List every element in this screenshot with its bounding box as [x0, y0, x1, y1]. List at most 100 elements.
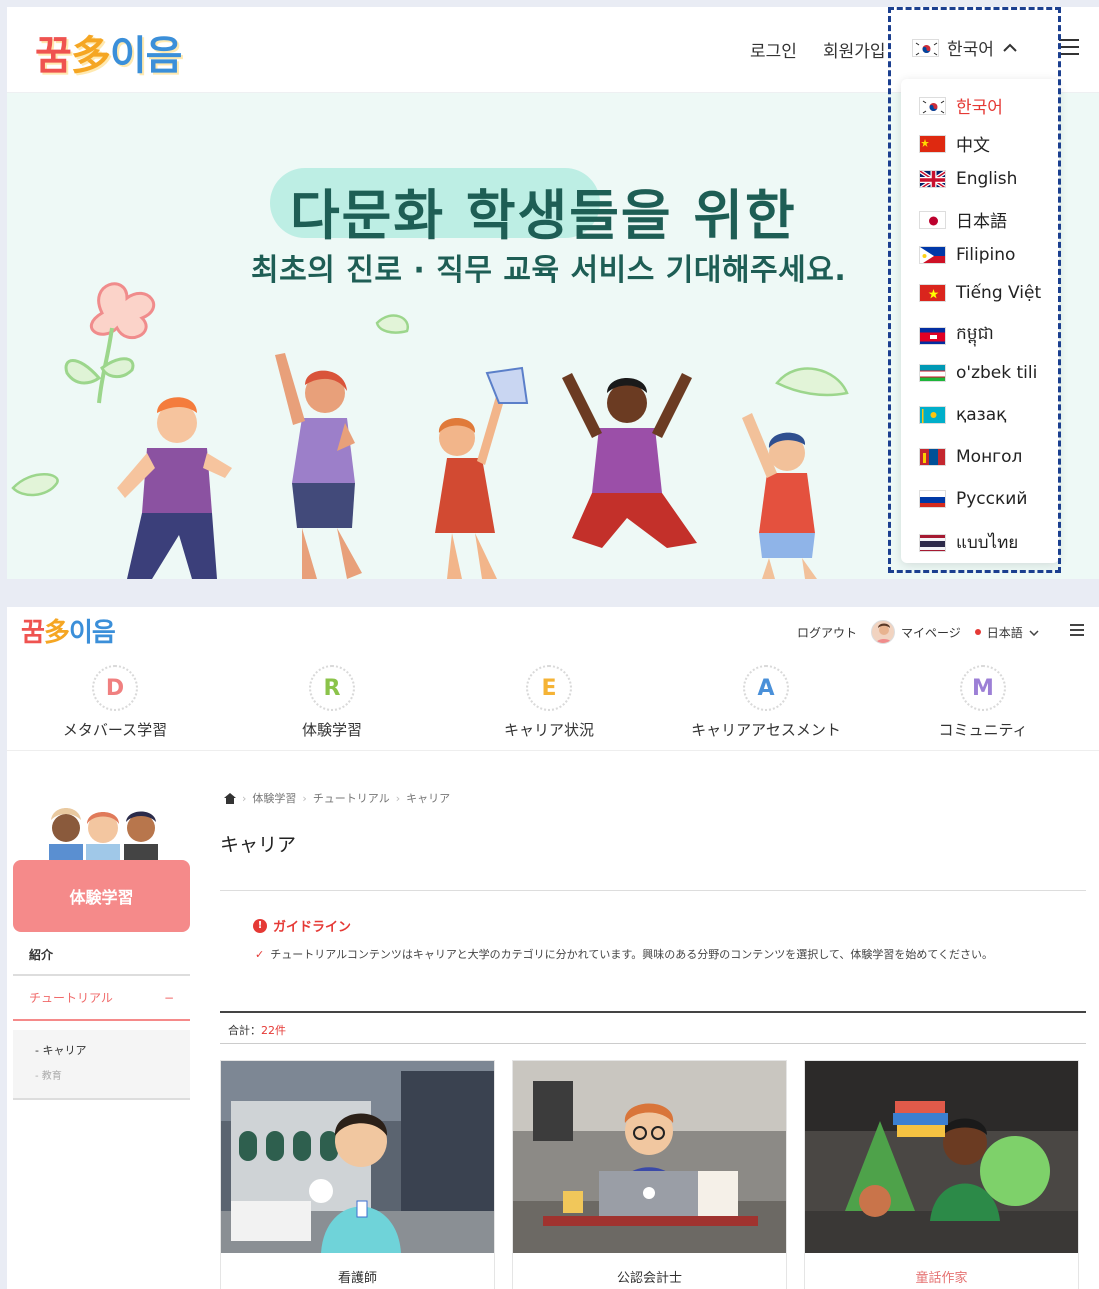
- language-option-japanese[interactable]: 日本語: [919, 207, 1007, 232]
- login-link[interactable]: 로그인: [750, 37, 797, 62]
- kid-illustration-3: [435, 366, 529, 579]
- menu-badge-a: A: [743, 665, 789, 711]
- top-nav: ログアウト マイページ 日本語: [797, 620, 1053, 644]
- sidebar-subitem-education[interactable]: - 教育: [35, 1064, 190, 1090]
- menu-badge-d: D: [92, 665, 138, 711]
- language-option-mongolian[interactable]: Монгол: [919, 447, 1022, 467]
- card-title: 看護師: [337, 1271, 377, 1286]
- breadcrumb-item[interactable]: 体験学習: [252, 790, 296, 806]
- kid-illustration-2: [275, 353, 362, 579]
- content-card-accountant[interactable]: 公認会計士: [512, 1060, 787, 1289]
- total-label: 合計：: [228, 1024, 261, 1037]
- hamburger-menu-icon[interactable]: [1070, 624, 1084, 636]
- flower-illustration: [64, 282, 156, 404]
- hamburger-menu-icon[interactable]: [1059, 39, 1079, 55]
- language-option-kazakh[interactable]: қазақ: [919, 405, 1006, 425]
- language-option-english[interactable]: English: [919, 169, 1017, 189]
- language-selector[interactable]: 日本語: [974, 624, 1039, 641]
- home-icon[interactable]: [224, 792, 236, 804]
- guideline-text: ✓ チュートリアルコンテンツはキャリアと大学のカテゴリに分かれています。興味のある…: [255, 946, 993, 962]
- sidebar-item-tutorial[interactable]: チュートリアル −: [13, 985, 190, 1021]
- menu-badge-e: E: [526, 665, 572, 711]
- site-logo[interactable]: 꿈多이음: [35, 23, 182, 81]
- kid-illustration-1: [117, 397, 232, 579]
- language-option-khmer[interactable]: កម្ពុជា: [919, 323, 994, 348]
- avatar[interactable]: [871, 620, 896, 644]
- language-option-filipino[interactable]: Filipino: [919, 245, 1015, 265]
- china-flag-icon: [919, 134, 946, 153]
- language-option-chinese[interactable]: 中文: [919, 131, 990, 156]
- menu-label: コミュニティ: [938, 721, 1028, 739]
- language-option-russian[interactable]: Русский: [919, 489, 1027, 509]
- mypage-link[interactable]: マイページ: [901, 624, 961, 641]
- language-dropdown: 한국어 中文 English 日本語 Filipino Tiếng Việt ក…: [901, 79, 1059, 563]
- menu-item-career-assessment[interactable]: A キャリアアセスメント: [666, 659, 866, 740]
- menu-item-experience[interactable]: R 体験学習: [232, 659, 432, 740]
- language-option-thai[interactable]: แบบไทย: [919, 529, 1018, 556]
- divider: [220, 890, 1086, 891]
- chevron-up-icon: [1002, 38, 1018, 58]
- main-menu: D メタバース学習 R 体験学習 E キャリア状況 A キャリアアセスメント M…: [7, 659, 1099, 751]
- mongolia-flag-icon: [919, 448, 946, 466]
- language-option-uzbek[interactable]: o'zbek tili: [919, 363, 1037, 383]
- cambodia-flag-icon: [919, 326, 946, 345]
- total-value: 22件: [261, 1024, 286, 1037]
- uzbekistan-flag-icon: [919, 364, 946, 382]
- language-option-korean[interactable]: 한국어: [919, 93, 1003, 118]
- japan-flag-icon: [919, 210, 946, 229]
- guideline-body: チュートリアルコンテンツはキャリアと大学のカテゴリに分かれています。興味のある分…: [270, 948, 994, 961]
- sidebar-subitem-career[interactable]: - キャリア: [35, 1038, 190, 1064]
- korea-flag-icon: [919, 96, 946, 115]
- site-logo[interactable]: 꿈多이음: [21, 612, 116, 649]
- sidebar-submenu: - キャリア - 教育: [13, 1030, 190, 1100]
- menu-badge-r: R: [309, 665, 355, 711]
- alert-icon: !: [253, 918, 267, 933]
- card-image-nurse: [221, 1061, 494, 1253]
- card-image-author: [805, 1061, 1078, 1253]
- card-image-accountant: [513, 1061, 786, 1253]
- hero-title: 다문화 학생들을 위한: [290, 184, 797, 247]
- language-selector-label: 日本語: [986, 625, 1023, 640]
- language-selector-label: 한국어: [947, 40, 994, 60]
- signup-link[interactable]: 회원가입: [823, 37, 886, 62]
- language-selector[interactable]: 한국어: [912, 35, 1018, 60]
- sidebar-item-label: チュートリアル: [29, 991, 113, 1005]
- uk-flag-icon: [919, 170, 946, 188]
- menu-badge-m: M: [960, 665, 1006, 711]
- guideline-heading: ! ガイドライン: [253, 916, 351, 935]
- menu-item-community[interactable]: M コミュニティ: [883, 659, 1083, 740]
- divider: [220, 1043, 1086, 1044]
- korea-flag-icon: [912, 38, 939, 57]
- content-card-author[interactable]: 童話作家: [804, 1060, 1079, 1289]
- menu-label: キャリアアセスメント: [691, 721, 841, 739]
- breadcrumb-separator-icon: ›: [242, 791, 247, 805]
- menu-label: 体験学習: [301, 721, 362, 739]
- breadcrumb: › 体験学習 › チュートリアル › キャリア: [224, 790, 450, 806]
- menu-item-career-status[interactable]: E キャリア状況: [449, 659, 649, 740]
- card-title: 公認会計士: [616, 1271, 682, 1286]
- thailand-flag-icon: [919, 533, 946, 552]
- breadcrumb-separator-icon: ›: [302, 791, 307, 805]
- russia-flag-icon: [919, 490, 946, 508]
- kazakhstan-flag-icon: [919, 406, 946, 424]
- content-card-nurse[interactable]: 看護師: [220, 1060, 495, 1289]
- logout-link[interactable]: ログアウト: [797, 624, 857, 641]
- korean-landing-panel: 꿈多이음 로그인 회원가입 한국어 다문화 학생들을 위한 최초의 진로 · 직…: [7, 7, 1099, 579]
- page-title: キャリア: [220, 834, 297, 856]
- collapse-icon[interactable]: −: [164, 985, 174, 1011]
- divider: [220, 1011, 1086, 1013]
- language-option-vietnamese[interactable]: Tiếng Việt: [919, 283, 1041, 303]
- japan-flag-icon: [974, 629, 981, 635]
- breadcrumb-item[interactable]: キャリア: [406, 790, 450, 806]
- menu-item-metaverse[interactable]: D メタバース学習: [15, 659, 215, 740]
- breadcrumb-item[interactable]: チュートリアル: [313, 790, 390, 806]
- breadcrumb-separator-icon: ›: [395, 791, 401, 805]
- chevron-down-icon: [1029, 625, 1039, 639]
- japanese-page-panel: 꿈多이음 ログアウト マイページ 日本語 D メタバース学習 R 体験学習 E …: [7, 607, 1099, 1289]
- sidebar-item-intro[interactable]: 紹介: [13, 942, 190, 976]
- card-title: 童話作家: [915, 1271, 968, 1286]
- philippines-flag-icon: [919, 246, 946, 264]
- kid-illustration-5: [742, 413, 817, 579]
- vietnam-flag-icon: [919, 284, 946, 302]
- kids-illustration: [49, 808, 158, 862]
